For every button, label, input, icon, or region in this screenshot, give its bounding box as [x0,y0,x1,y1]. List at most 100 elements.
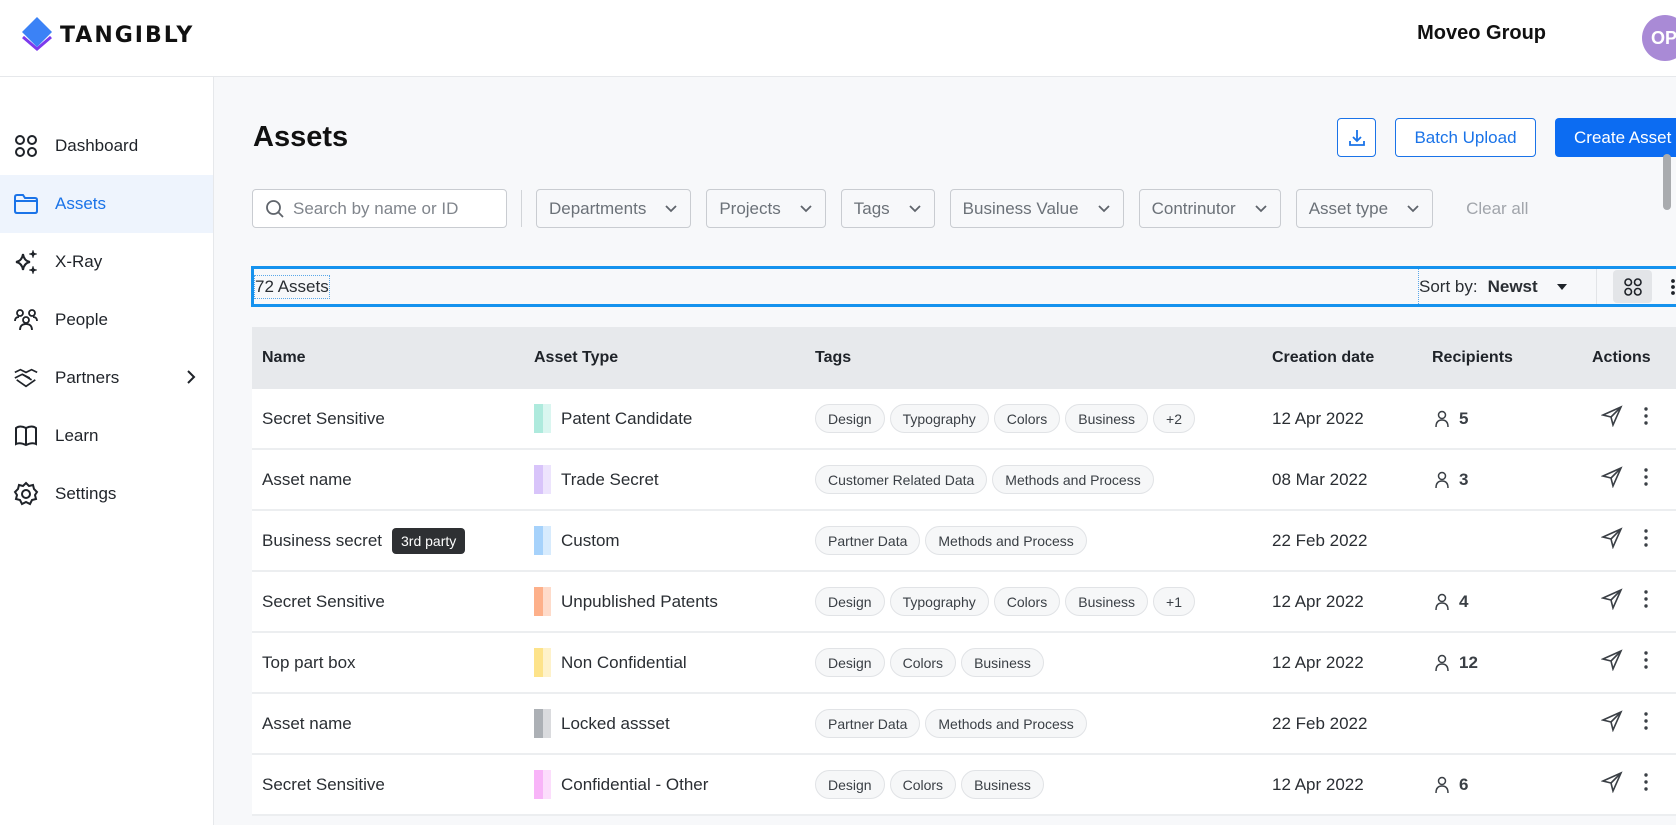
more-options-button[interactable] [1643,467,1649,492]
asset-name[interactable]: Business secret [262,531,382,551]
more-options-button[interactable] [1643,589,1649,614]
more-options-icon [1644,590,1648,608]
asset-type: Patent Candidate [561,408,693,428]
filter-business-value[interactable]: Business Value [949,189,1124,228]
send-button[interactable] [1600,466,1623,493]
table-row[interactable]: Secret Sensitive Confidential - Other Desi… [252,755,1676,816]
sidebar: Dashboard Assets X-Ray People Partners L… [0,77,214,825]
tag-chip[interactable]: Methods and Process [992,465,1154,494]
sidebar-item-people[interactable]: People [0,291,213,349]
user-avatar[interactable]: OP [1642,15,1676,61]
table-row[interactable]: Secret Sensitive Patent Candidate Design Ty… [252,389,1676,450]
batch-upload-button[interactable]: Batch Upload [1395,118,1536,157]
table-row[interactable]: Secret Sensitive Unpublished Patents Desig… [252,572,1676,633]
asset-name[interactable]: Secret Sensitive [262,592,385,612]
creation-date: 12 Apr 2022 [1272,408,1364,428]
chevron-right-icon [187,370,196,384]
send-button[interactable] [1600,649,1623,676]
table-row[interactable]: Top part box Non Confidential Design Colors… [252,633,1676,694]
sidebar-item-dashboard[interactable]: Dashboard [0,117,213,175]
tag-chip[interactable]: Design [815,404,885,433]
list-view-button[interactable] [1667,270,1676,303]
send-button[interactable] [1600,527,1623,554]
sidebar-item-assets[interactable]: Assets [0,175,213,233]
tag-chip[interactable]: Partner Data [815,526,921,555]
tag-chip[interactable]: Business [1065,587,1149,616]
sort-dropdown[interactable]: Sort by: Newst [1418,269,1568,304]
tags-cell: Design Typography Colors Business +2 [815,404,1272,433]
more-options-button[interactable] [1643,772,1649,797]
filter-label: Tags [853,198,890,218]
sidebar-item-learn[interactable]: Learn [0,407,213,465]
filter-tags[interactable]: Tags [840,189,935,228]
logo[interactable]: TANGIBLY [20,17,194,53]
send-button[interactable] [1600,405,1623,432]
download-button[interactable] [1337,118,1376,157]
main-content: Assets Batch Upload Create Asset Search … [214,77,1676,825]
recipients-cell[interactable]: 12 [1432,653,1592,673]
send-button[interactable] [1600,588,1623,615]
filter-departments[interactable]: Departments [536,189,692,228]
more-options-button[interactable] [1643,711,1649,736]
asset-name[interactable]: Top part box [262,653,356,673]
tag-chip[interactable]: Methods and Process [925,709,1087,738]
tag-chip[interactable]: Typography [889,404,989,433]
column-header-tags[interactable]: Tags [815,349,1272,367]
create-asset-button[interactable]: Create Asset [1555,118,1676,157]
more-options-button[interactable] [1643,406,1649,431]
table-row[interactable]: Asset name Trade Secret Customer Related D… [252,450,1676,511]
tag-chip[interactable]: Typography [889,587,989,616]
filter-projects[interactable]: Projects [706,189,826,228]
more-options-button[interactable] [1643,528,1649,553]
column-header-creation-date[interactable]: Creation date [1272,349,1432,367]
tag-chip[interactable]: Business [961,648,1044,677]
tag-chip[interactable]: Colors [889,648,957,677]
send-button[interactable] [1600,710,1623,737]
tag-chip[interactable]: Colors [889,770,957,799]
tag-chip[interactable]: Methods and Process [925,526,1087,555]
tag-chip[interactable]: Partner Data [815,709,921,738]
view-divider [1596,269,1597,304]
recipients-cell[interactable]: 4 [1432,592,1592,612]
tag-chip[interactable]: Customer Related Data [815,465,988,494]
tag-chip[interactable]: Colors [993,587,1061,616]
column-header-asset-type[interactable]: Asset Type [534,349,815,367]
creation-date: 22 Feb 2022 [1272,713,1368,733]
filter-contributor[interactable]: Contrinutor [1138,189,1281,228]
tag-chip[interactable]: Design [815,770,885,799]
asset-name[interactable]: Asset name [262,470,352,490]
more-options-button[interactable] [1643,650,1649,675]
sidebar-item-x-ray[interactable]: X-Ray [0,233,213,291]
sidebar-item-settings[interactable]: Settings [0,465,213,523]
send-button[interactable] [1600,771,1623,798]
recipients-cell[interactable]: 5 [1432,409,1592,429]
column-header-name[interactable]: Name [252,349,534,367]
asset-type-color-swatch [534,648,551,677]
tag-chip[interactable]: Colors [993,404,1061,433]
asset-name[interactable]: Secret Sensitive [262,409,385,429]
tag-chip[interactable]: +1 [1153,587,1196,616]
asset-name[interactable]: Secret Sensitive [262,775,385,795]
recipients-cell[interactable]: 3 [1432,470,1592,490]
column-header-recipients[interactable]: Recipients [1432,349,1592,367]
table-row[interactable]: Business secret 3rd party Custom Partner Da… [252,511,1676,572]
tag-chip[interactable]: Design [815,648,885,677]
tag-chip[interactable]: Business [1065,404,1149,433]
recipients-cell[interactable]: 6 [1432,775,1592,795]
tag-chip[interactable]: Design [815,587,885,616]
tag-chip[interactable]: Business [961,770,1044,799]
grid-view-button[interactable] [1613,270,1652,303]
search-input[interactable]: Search by name or ID [252,189,507,228]
chevron-down-icon [800,205,812,213]
scrollbar-thumb[interactable] [1663,154,1671,210]
asset-type: Unpublished Patents [561,591,718,611]
sidebar-item-partners[interactable]: Partners [0,349,213,407]
chevron-down-icon [1097,205,1110,213]
asset-name[interactable]: Asset name [262,714,352,734]
organization-name[interactable]: Moveo Group [1417,22,1546,45]
clear-all-button[interactable]: Clear all [1466,199,1528,219]
filter-asset-type[interactable]: Asset type [1295,189,1434,228]
tag-chip[interactable]: +2 [1153,404,1196,433]
filter-label: Departments [549,198,647,218]
table-row[interactable]: Asset name Locked assset Partner Data Metho… [252,694,1676,755]
